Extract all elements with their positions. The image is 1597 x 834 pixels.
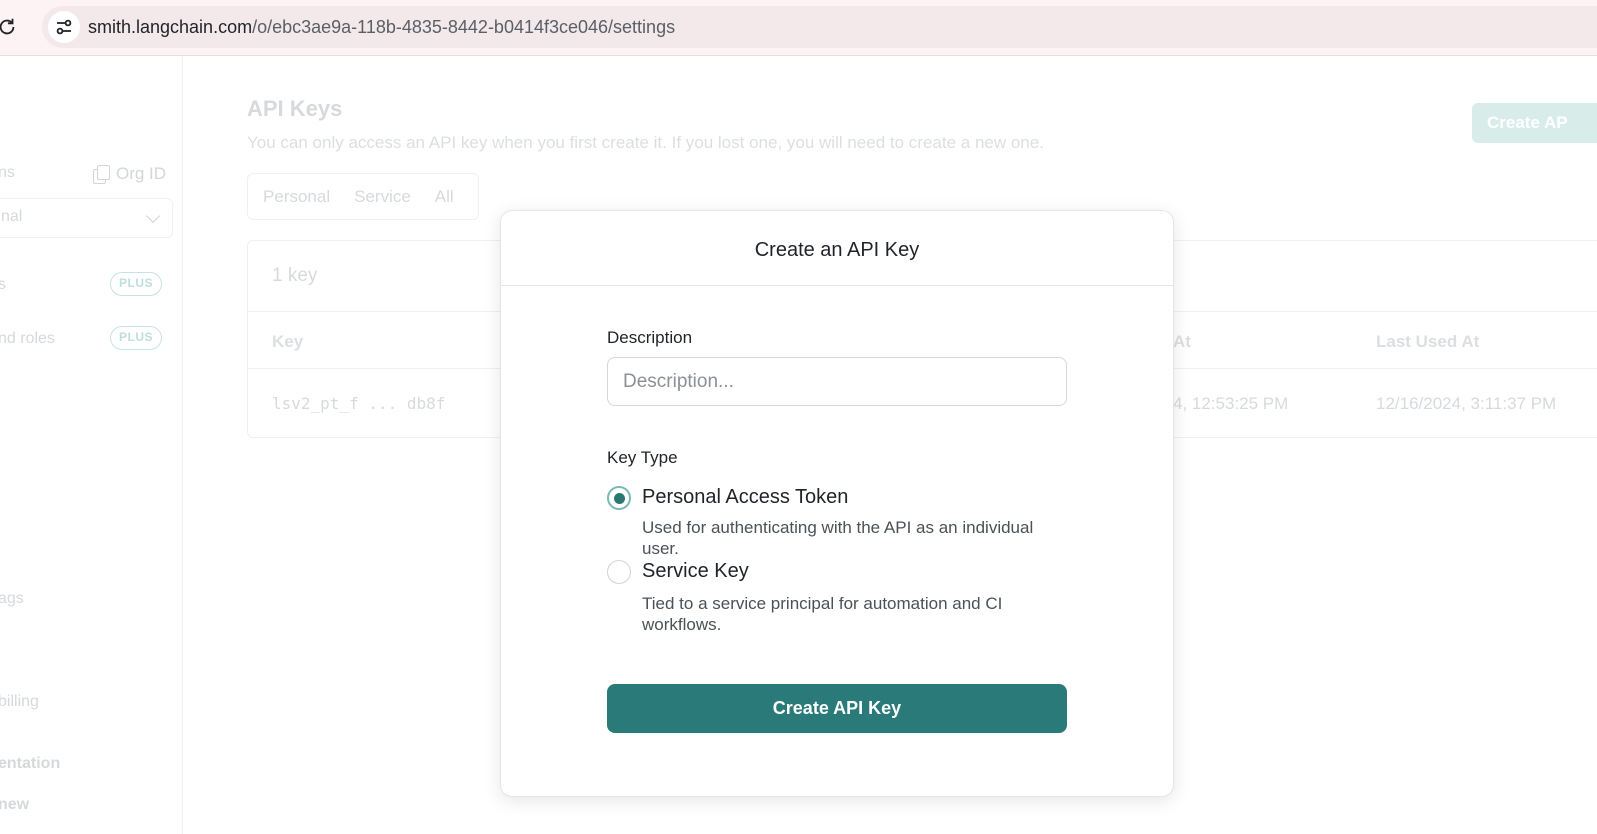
- plus-badge: PLUS: [110, 272, 162, 296]
- column-header-last-used-at: Last Used At: [1376, 332, 1480, 351]
- browser-toolbar: smith.langchain.com/o/ebc3ae9a-118b-4835…: [0, 0, 1597, 56]
- plus-badge: PLUS: [110, 326, 162, 350]
- sidebar-item-members[interactable]: s: [0, 276, 6, 294]
- sidebar-item-tags[interactable]: ags: [0, 590, 24, 608]
- reload-icon[interactable]: [0, 16, 18, 38]
- page-title: API Keys: [247, 96, 343, 121]
- table-cell-created-at: 4, 12:53:25 PM: [1173, 394, 1289, 413]
- description-input[interactable]: [607, 357, 1067, 406]
- chevron-down-icon: [145, 208, 161, 224]
- sidebar-item-documentation[interactable]: entation: [0, 755, 60, 773]
- keys-count: 1 key: [272, 265, 318, 286]
- sidebar: ns Org ID nal s PLUS nd roles PLUS ags b…: [0, 56, 183, 834]
- sidebar-item-billing[interactable]: billing: [0, 693, 39, 711]
- url-host: smith.langchain.com: [88, 17, 253, 37]
- create-api-key-button-bg[interactable]: Create AP: [1472, 103, 1597, 143]
- option-title-personal[interactable]: Personal Access Token: [642, 486, 848, 509]
- address-bar[interactable]: smith.langchain.com/o/ebc3ae9a-118b-4835…: [42, 6, 1597, 48]
- column-header-created-at: At: [1173, 332, 1191, 351]
- table-cell-last-used-at: 12/16/2024, 3:11:37 PM: [1376, 394, 1557, 413]
- org-id-label: Org ID: [116, 164, 167, 183]
- page-subtitle: You can only access an API key when you …: [247, 133, 1044, 152]
- option-description-personal: Used for authenticating with the API as …: [642, 518, 1034, 558]
- copy-icon: [92, 165, 110, 184]
- table-cell-key: lsv2_pt_f ... db8f: [272, 394, 446, 413]
- tab-all[interactable]: All: [435, 187, 454, 207]
- create-api-key-dialog: Create an API Key Description Key Type P…: [500, 210, 1174, 797]
- sidebar-section-label: ns: [0, 164, 15, 181]
- org-id-button[interactable]: Org ID: [92, 164, 166, 184]
- column-header-key: Key: [272, 332, 304, 351]
- sidebar-item-roles[interactable]: nd roles: [0, 330, 55, 348]
- radio-selected-dot: [614, 493, 625, 504]
- tab-service[interactable]: Service: [354, 187, 411, 207]
- dialog-title: Create an API Key: [501, 211, 1173, 286]
- description-label: Description: [607, 328, 693, 347]
- org-selector[interactable]: nal: [0, 198, 173, 238]
- url-path: /o/ebc3ae9a-118b-4835-8442-b0414f3ce046/…: [252, 17, 676, 37]
- option-description-service: Tied to a service principal for automati…: [642, 594, 1003, 634]
- org-selector-value: nal: [1, 208, 23, 225]
- key-type-label: Key Type: [607, 448, 678, 467]
- create-api-key-button[interactable]: Create API Key: [607, 684, 1067, 733]
- site-settings-icon[interactable]: [48, 11, 80, 43]
- url-text: smith.langchain.com/o/ebc3ae9a-118b-4835…: [88, 17, 675, 38]
- radio-personal-access-token[interactable]: [607, 486, 631, 510]
- sidebar-item-whats-new[interactable]: new: [0, 796, 29, 814]
- radio-service-key[interactable]: [607, 560, 631, 584]
- key-filter-tabs: Personal Service All: [247, 173, 479, 220]
- option-title-service[interactable]: Service Key: [642, 560, 749, 583]
- tab-personal[interactable]: Personal: [263, 187, 330, 207]
